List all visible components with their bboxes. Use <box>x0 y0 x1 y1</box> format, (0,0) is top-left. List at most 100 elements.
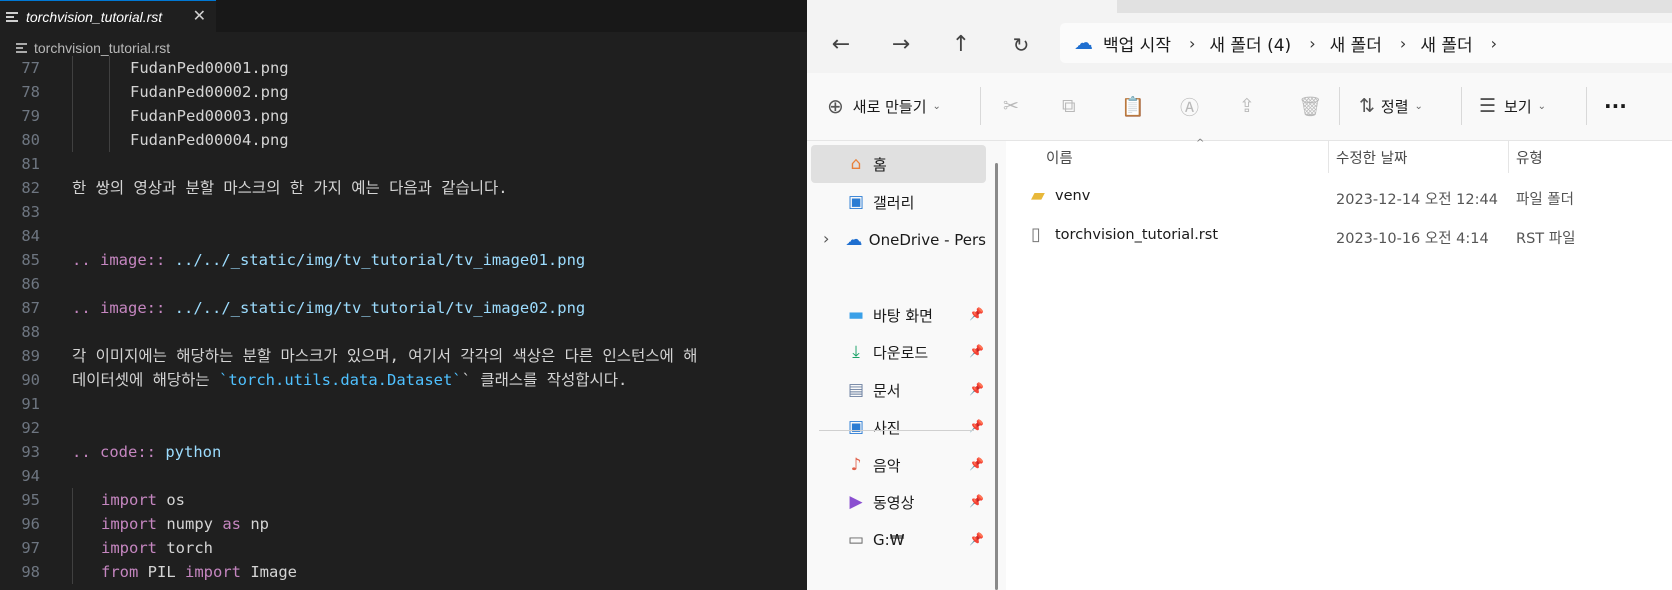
refresh-icon[interactable]: ↻ <box>1005 29 1037 61</box>
pin-icon[interactable]: 📌 <box>969 457 984 471</box>
nav-item-gallery[interactable]: ▣ 갤러리 <box>811 183 986 221</box>
crumb-backup-start[interactable]: 백업 시작 <box>1103 31 1171 56</box>
editor-tab[interactable]: torchvision_tutorial.rst ✕ <box>0 0 216 32</box>
code-line[interactable]: 79 FudanPed00003.png <box>0 104 807 128</box>
indent-guide <box>109 80 110 104</box>
pin-icon[interactable]: 📌 <box>969 344 984 358</box>
rename-icon[interactable]: Ⓐ <box>1180 91 1199 121</box>
pin-icon[interactable]: 📌 <box>969 382 984 396</box>
chevron-right-icon[interactable]: › <box>1309 34 1315 53</box>
paste-icon[interactable]: 📋 <box>1121 91 1145 121</box>
chevron-right-icon[interactable]: › <box>1491 34 1497 53</box>
code-area[interactable]: 77 FudanPed00001.png 78 FudanPed00002.png 79… <box>0 56 807 584</box>
code-line[interactable]: 91 <box>0 392 807 416</box>
file-row[interactable]: ▯ torchvision_tutorial.rst 2023-10-16 오전 4… <box>1006 216 1672 256</box>
copy-icon[interactable]: ⧉ <box>1062 91 1076 121</box>
code-line[interactable]: 94 <box>0 464 807 488</box>
code-token: import <box>101 539 167 557</box>
sort-button[interactable]: ⇅ 정렬 ⌄ <box>1359 91 1423 121</box>
line-text: import numpy as np <box>101 512 269 536</box>
nav-item-videos[interactable]: ▶ 동영상 📌 <box>811 483 986 521</box>
cut-icon[interactable]: ✂ <box>1003 91 1019 121</box>
line-number: 96 <box>21 515 40 533</box>
share-icon[interactable]: ⇪ <box>1239 91 1255 121</box>
code-line[interactable]: 96 import numpy as np <box>0 512 807 536</box>
line-number: 77 <box>21 59 40 77</box>
code-line[interactable]: 82 한 쌍의 영상과 분할 마스크의 한 가지 예는 다음과 같습니다. <box>0 176 807 200</box>
code-line[interactable]: 84 <box>0 224 807 248</box>
folder-icon: ▰ <box>1031 185 1045 206</box>
code-token: `torch.utils.data.Dataset` <box>219 371 462 389</box>
nav-item-downloads[interactable]: ⤓ 다운로드 📌 <box>811 333 986 371</box>
code-line[interactable]: 98 from PIL import Image <box>0 560 807 584</box>
line-number: 88 <box>21 323 40 341</box>
column-header-name[interactable]: 이름 <box>1046 147 1073 168</box>
crumb-folder-a[interactable]: 새 폴더 <box>1330 31 1382 56</box>
view-button[interactable]: ☰ 보기 ⌄ <box>1479 91 1546 121</box>
pin-icon[interactable]: 📌 <box>969 307 984 321</box>
pin-icon[interactable]: 📌 <box>969 532 984 546</box>
nav-item-label: 동영상 <box>873 493 915 512</box>
code-token: np <box>250 515 269 533</box>
code-line[interactable]: 86 <box>0 272 807 296</box>
navigation-scrollbar[interactable] <box>990 141 1006 590</box>
line-text: FudanPed00004.png <box>130 128 289 152</box>
code-line[interactable]: 95 import os <box>0 488 807 512</box>
chevron-right-icon[interactable]: › <box>823 229 829 248</box>
forward-arrow-icon[interactable]: → <box>885 29 917 61</box>
code-line[interactable]: 87 .. image:: ../../_static/img/tv_tutori… <box>0 296 807 320</box>
code-line[interactable]: 88 <box>0 320 807 344</box>
toolbar-divider <box>980 87 981 125</box>
code-line[interactable]: 80 FudanPed00004.png <box>0 128 807 152</box>
desktop-icon: ▬ <box>847 305 865 325</box>
column-divider[interactable] <box>1328 141 1329 173</box>
up-arrow-icon[interactable]: ↑ <box>945 29 977 61</box>
column-divider[interactable] <box>1508 141 1509 173</box>
code-line[interactable]: 85 .. image:: ../../_static/img/tv_tutori… <box>0 248 807 272</box>
pin-icon[interactable]: 📌 <box>969 494 984 508</box>
file-row[interactable]: ▰ venv 2023-12-14 오전 12:44 파일 폴더 <box>1006 177 1672 217</box>
code-line[interactable]: 81 <box>0 152 807 176</box>
code-line[interactable]: 92 <box>0 416 807 440</box>
chevron-right-icon[interactable]: › <box>1400 34 1406 53</box>
code-line[interactable]: 90 데이터셋에 해당하는 `torch.utils.data.Dataset``… <box>0 368 807 392</box>
more-icon[interactable]: ··· <box>1604 91 1627 121</box>
code-token: .. image:: <box>72 251 175 269</box>
nav-item-home[interactable]: ⌂ 홈 <box>811 145 986 183</box>
line-number: 85 <box>21 251 40 269</box>
column-header-modified[interactable]: 수정한 날짜 <box>1336 147 1407 168</box>
code-line[interactable]: 89 각 이미지에는 해당하는 분할 마스크가 있으며, 여기서 각각의 색상은 … <box>0 344 807 368</box>
code-line[interactable]: 93 .. code:: python <box>0 440 807 464</box>
code-line[interactable]: 78 FudanPed00002.png <box>0 80 807 104</box>
crumb-folder-4[interactable]: 새 폴더 (4) <box>1209 31 1291 56</box>
file-name: venv <box>1055 188 1091 204</box>
scrollbar-thumb[interactable] <box>995 163 998 590</box>
line-text: .. code:: python <box>72 440 221 464</box>
nav-item-desktop[interactable]: ▬ 바탕 화면 📌 <box>811 296 986 334</box>
nav-item-drive-g[interactable]: ▭ G:₩ 📌 <box>811 521 986 559</box>
line-number: 89 <box>21 347 40 365</box>
nav-item-pictures[interactable]: ▣ 사진 📌 <box>811 408 986 446</box>
file-modified: 2023-12-14 오전 12:44 <box>1336 192 1498 208</box>
nav-item-documents[interactable]: ▤ 문서 📌 <box>811 371 986 409</box>
nav-item-music[interactable]: ♪ 음악 📌 <box>811 446 986 484</box>
line-number: 90 <box>21 371 40 389</box>
chevron-right-icon[interactable]: › <box>1189 34 1195 53</box>
delete-icon[interactable]: 🗑 <box>1298 91 1322 121</box>
code-line[interactable]: 77 FudanPed00001.png <box>0 56 807 80</box>
nav-item-onedrive[interactable]: › ☁ OneDrive - Pers <box>811 221 986 259</box>
videos-icon: ▶ <box>849 492 863 512</box>
new-button[interactable]: ⊕ 새로 만들기 ⌄ <box>827 91 941 121</box>
address-bar[interactable]: ☁ 백업 시작 › 새 폴더 (4) › 새 폴더 › 새 폴더 › <box>1060 23 1672 63</box>
code-token: FudanPed00003.png <box>130 107 289 125</box>
code-line[interactable]: 83 <box>0 200 807 224</box>
line-number: 95 <box>21 491 40 509</box>
column-header-type[interactable]: 유형 <box>1516 147 1543 168</box>
line-number: 82 <box>21 179 40 197</box>
close-icon[interactable]: ✕ <box>193 6 206 25</box>
code-line[interactable]: 97 import torch <box>0 536 807 560</box>
file-modified: 2023-10-16 오전 4:14 <box>1336 231 1489 247</box>
document-icon: ▯ <box>1031 224 1041 245</box>
crumb-folder-b[interactable]: 새 폴더 <box>1420 31 1472 56</box>
back-arrow-icon[interactable]: ← <box>825 29 857 61</box>
